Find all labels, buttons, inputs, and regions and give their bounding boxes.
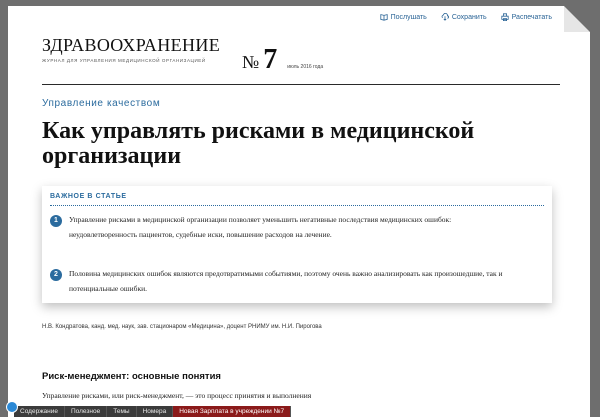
document-page: Послушать Сохранить Распечатать ЗДРАВООХ…	[8, 6, 590, 417]
save-label: Сохранить	[451, 13, 487, 21]
highlight-item: Половина медицинских ошибок являются пре…	[69, 269, 503, 293]
journal-logo: ЗДРАВООХРАНЕНИЕ	[42, 35, 221, 55]
journal-subtitle: ЖУРНАЛ ДЛЯ УПРАВЛЕНИЯ МЕДИЦИНСКОЙ ОРГАНИ…	[42, 58, 206, 63]
tab-topics[interactable]: Темы	[107, 406, 137, 417]
tab-contents[interactable]: Содержание	[14, 406, 65, 417]
tab-issues[interactable]: Номера	[136, 406, 174, 417]
save-button[interactable]: Сохранить	[441, 13, 487, 21]
bottom-navigation-bar: Содержание Полезное Темы Номера Новая За…	[0, 401, 600, 417]
article-title: Как управлять рисками в медицинской орга…	[42, 118, 475, 169]
article-author: Н.В. Кондратова, канд. мед. наук, зав. с…	[42, 324, 322, 330]
print-button[interactable]: Распечатать	[501, 13, 552, 21]
book-icon	[379, 14, 388, 21]
listen-label: Послушать	[390, 13, 427, 21]
issue-prefix: №	[242, 52, 260, 72]
info-icon[interactable]	[6, 401, 18, 413]
section-heading: Риск-менеджмент: основные понятия	[42, 371, 221, 382]
page-curl	[564, 6, 590, 32]
highlights-divider	[50, 205, 544, 206]
highlights-title: ВАЖНОЕ В СТАТЬЕ	[50, 193, 127, 200]
issue-info: № 7 июль 2016 года	[242, 44, 323, 76]
tab-promo-journal[interactable]: Новая Зарплата в учреждении №7	[173, 406, 292, 417]
highlight-number-badge: 2	[50, 269, 62, 281]
tab-useful[interactable]: Полезное	[65, 406, 108, 417]
body-paragraph: Управление рисками, или риск-менеджмент,…	[42, 391, 312, 400]
cloud-download-icon	[441, 13, 449, 21]
highlight-item: Управление рисками в медицинской организ…	[69, 215, 452, 239]
masthead-divider	[42, 84, 560, 85]
issue-number: 7	[263, 44, 278, 75]
print-label: Распечатать	[511, 13, 552, 21]
journal-masthead: ЗДРАВООХРАНЕНИЕ ЖУРНАЛ ДЛЯ УПРАВЛЕНИЯ МЕ…	[42, 36, 220, 63]
highlights-box: ВАЖНОЕ В СТАТЬЕ 1 Управление рисками в м…	[42, 186, 552, 303]
bottom-tabs: Содержание Полезное Темы Номера Новая За…	[14, 406, 292, 417]
printer-icon	[501, 13, 509, 21]
issue-date: июль 2016 года	[287, 64, 324, 70]
article-toolbar: Послушать Сохранить Распечатать	[379, 13, 552, 21]
highlight-number-badge: 1	[50, 215, 62, 227]
article-rubric[interactable]: Управление качеством	[42, 98, 160, 109]
listen-button[interactable]: Послушать	[379, 13, 427, 21]
